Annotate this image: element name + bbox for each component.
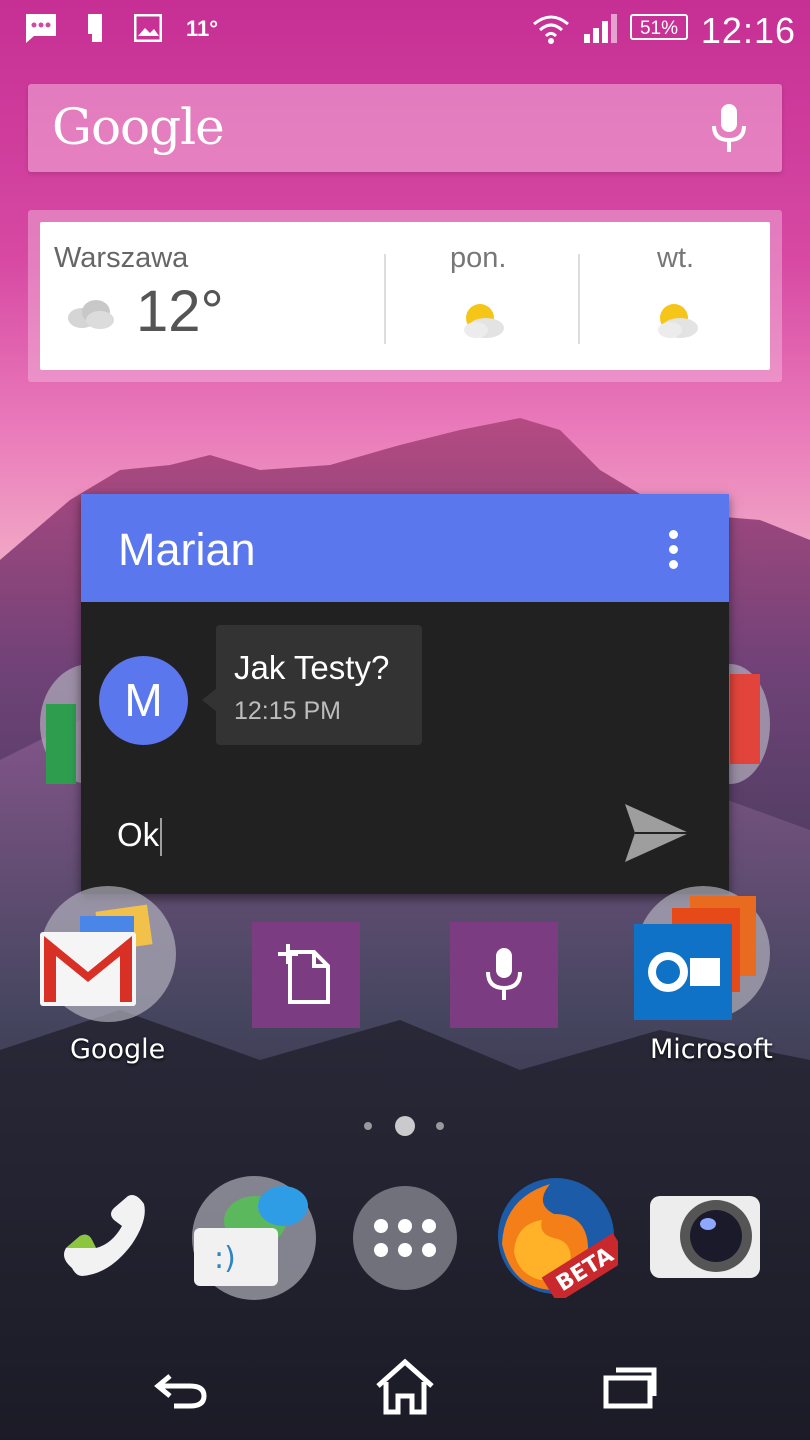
- wifi-icon: [533, 15, 569, 44]
- lens-glare: [700, 1218, 716, 1230]
- camera-icon[interactable]: [650, 1196, 760, 1278]
- partly-sunny-icon: [658, 304, 698, 338]
- svg-text::): :): [214, 1241, 236, 1276]
- navigation-bar: [0, 1340, 810, 1440]
- text-cursor: [160, 818, 163, 857]
- forecast-day: pon.: [450, 242, 507, 274]
- overflow-menu-icon[interactable]: [665, 530, 681, 570]
- message-bubble[interactable]: Jak Testy? 12:15 PM: [216, 625, 422, 745]
- recent-apps-icon[interactable]: [600, 1364, 660, 1412]
- divider: [384, 254, 386, 344]
- weather-widget[interactable]: Warszawa 12° pon. wt.: [40, 222, 770, 370]
- message-popup: Marian M Jak Testy? 12:15 PM Ok: [81, 494, 729, 894]
- app-drawer-icon[interactable]: [353, 1186, 457, 1290]
- usb-debug-icon: [88, 14, 102, 42]
- cloudy-icon: [68, 300, 114, 329]
- microphone-icon[interactable]: [710, 102, 748, 154]
- phone-icon[interactable]: [52, 1188, 152, 1288]
- reply-text: Ok: [117, 816, 160, 853]
- avatar[interactable]: M: [99, 656, 188, 745]
- microsoft-folder-label: Microsoft: [650, 1034, 773, 1065]
- current-temperature: 12°: [136, 279, 224, 344]
- app-thumbnail-icon: [730, 674, 760, 764]
- grid-dots-icon: [374, 1219, 436, 1257]
- camera-lens: [690, 1210, 742, 1262]
- clock: 12:16: [700, 10, 796, 51]
- signal-icon: [584, 14, 617, 43]
- battery-level: 51%: [639, 18, 679, 39]
- outlook-icon: [634, 924, 732, 1020]
- google-logo: Google: [52, 98, 225, 156]
- home-icon[interactable]: [374, 1358, 436, 1416]
- envelope-icon: [690, 958, 720, 986]
- popup-header: Marian: [81, 494, 729, 602]
- contact-name: Marian: [118, 524, 256, 575]
- back-icon[interactable]: [150, 1366, 210, 1410]
- gmail-icon: [40, 932, 136, 1006]
- google-folder[interactable]: [40, 886, 176, 1022]
- messenger-icon: [258, 1186, 308, 1226]
- temperature-indicator: 11°: [186, 16, 219, 41]
- page-indicator: [364, 1116, 444, 1136]
- weather-city: Warszawa: [54, 242, 189, 274]
- microphone-icon: [486, 948, 522, 1000]
- firefox-beta-icon[interactable]: BETA: [494, 1174, 618, 1298]
- new-note-widget[interactable]: [252, 922, 360, 1028]
- bubble-tail: [202, 688, 217, 712]
- send-icon[interactable]: [621, 800, 691, 866]
- status-bar: 11° 51% 12:16: [0, 0, 810, 56]
- battery-icon: 51%: [630, 14, 688, 40]
- divider: [578, 254, 580, 344]
- message-text: Jak Testy?: [234, 649, 390, 686]
- google-folder-label: Google: [70, 1034, 166, 1065]
- reply-input[interactable]: Ok: [117, 816, 163, 857]
- google-search-bar[interactable]: Google: [28, 84, 782, 172]
- messaging-icon[interactable]: :): [192, 1176, 316, 1300]
- forecast-day: wt.: [657, 242, 695, 274]
- maps-icon: [46, 704, 76, 784]
- voice-search-widget[interactable]: [450, 922, 558, 1028]
- sms-notification-icon: [26, 14, 56, 43]
- outlook-o-inner: [656, 960, 680, 984]
- image-notification-icon: [134, 14, 162, 42]
- message-timestamp: 12:15 PM: [234, 697, 342, 725]
- sms-icon: :): [194, 1228, 278, 1286]
- microsoft-folder[interactable]: [634, 886, 770, 1020]
- partly-sunny-icon: [464, 304, 504, 338]
- new-note-icon: [278, 944, 330, 1004]
